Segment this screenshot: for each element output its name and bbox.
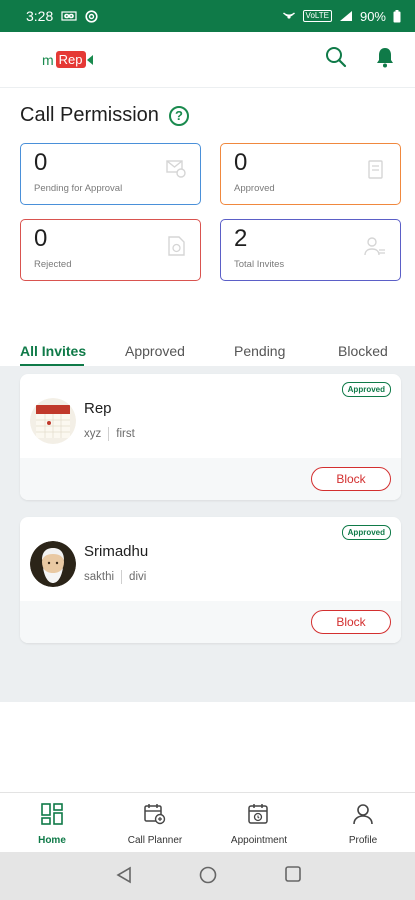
infinity-icon	[61, 11, 77, 21]
invite-name: Rep	[84, 400, 112, 417]
signal-icon	[339, 10, 353, 22]
calendar-clock-icon	[248, 803, 270, 830]
stat-card-rejected[interactable]: 0 Rejected	[20, 219, 201, 281]
stat-value: 0	[34, 149, 48, 176]
app-logo: m Rep	[42, 51, 93, 68]
tab-pending[interactable]: Pending	[234, 343, 285, 359]
stat-label: Pending for Approval	[34, 183, 123, 194]
invite-list: Approved Rep xyz first Block Approved Sr…	[0, 366, 415, 702]
at-sign-icon	[85, 9, 98, 23]
nav-call-planner[interactable]: Call Planner	[110, 803, 200, 846]
hotspot-icon	[282, 10, 296, 22]
bell-icon[interactable]	[375, 46, 395, 73]
search-icon[interactable]	[325, 46, 347, 73]
help-icon[interactable]: ?	[168, 105, 189, 126]
block-button[interactable]: Block	[311, 467, 391, 491]
invite-meta-primary: sakthi	[84, 571, 115, 583]
avatar	[30, 541, 76, 587]
tab-approved[interactable]: Approved	[125, 343, 185, 359]
stat-card-approved[interactable]: 0 Approved	[220, 143, 401, 205]
invite-card[interactable]: Approved Srimadhu sakthi divi Block	[20, 517, 401, 643]
stat-value: 0	[234, 149, 248, 176]
page-title: Call Permission	[20, 104, 159, 126]
invite-card[interactable]: Approved Rep xyz first Block	[20, 374, 401, 500]
invite-meta-secondary: divi	[129, 571, 147, 583]
stat-label: Rejected	[34, 259, 72, 270]
nav-label: Appointment	[230, 835, 288, 846]
nav-appointment[interactable]: Appointment	[214, 803, 304, 846]
home-circle-icon[interactable]	[199, 866, 217, 889]
status-time: 3:28	[26, 8, 54, 24]
stat-label: Approved	[234, 183, 275, 194]
back-icon[interactable]	[116, 866, 132, 889]
status-badge: Approved	[341, 382, 391, 397]
app-header: m Rep	[0, 32, 415, 88]
tab-all-invites[interactable]: All Invites	[20, 343, 86, 359]
approved-document-icon	[368, 160, 386, 185]
invite-meta-primary: xyz	[84, 428, 102, 440]
users-list-icon	[364, 236, 386, 261]
tab-blocked[interactable]: Blocked	[338, 343, 388, 359]
invite-name: Srimadhu	[84, 543, 149, 560]
bottom-nav: Home Call Planner Appointment Profile	[0, 792, 415, 852]
battery-percent: 90%	[359, 8, 386, 24]
invite-tabs: All Invites Approved Pending Blocked	[0, 338, 415, 366]
nav-label: Call Planner	[127, 835, 183, 846]
block-button[interactable]: Block	[311, 610, 391, 634]
status-bar: 3:28 VoLTE 90%	[0, 0, 415, 32]
rejected-file-icon	[168, 236, 186, 261]
calendar-planner-icon	[144, 803, 166, 830]
nav-label: Profile	[348, 835, 378, 846]
battery-icon	[393, 9, 401, 23]
stat-value: 0	[34, 225, 48, 252]
home-grid-icon	[41, 803, 63, 830]
recents-square-icon[interactable]	[285, 866, 301, 887]
volte-badge: VoLTE	[302, 10, 332, 22]
status-badge: Approved	[341, 525, 391, 540]
person-icon	[352, 803, 374, 830]
nav-label: Home	[38, 835, 66, 846]
system-nav-bar	[0, 852, 415, 900]
pending-mail-icon	[166, 160, 186, 183]
nav-home[interactable]: Home	[7, 803, 97, 846]
nav-profile[interactable]: Profile	[318, 803, 408, 846]
invite-meta-secondary: first	[116, 428, 135, 440]
stat-card-pending[interactable]: 0 Pending for Approval	[20, 143, 201, 205]
avatar	[30, 398, 76, 444]
stat-card-total[interactable]: 2 Total Invites	[220, 219, 401, 281]
